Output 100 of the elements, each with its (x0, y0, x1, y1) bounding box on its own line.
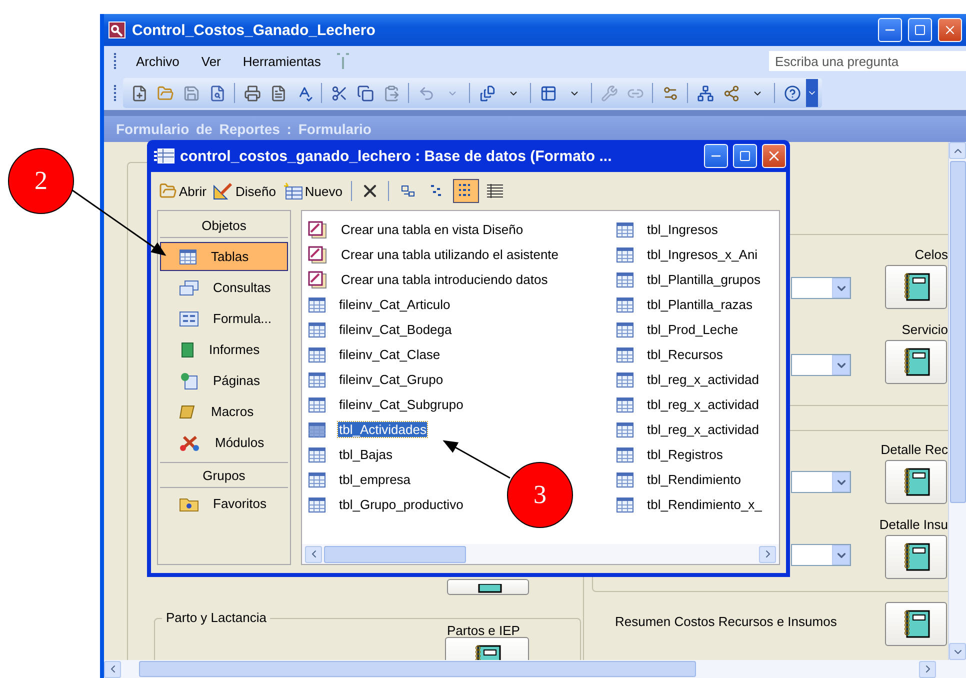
menu-item[interactable]: Herramientas (234, 52, 330, 70)
menu-item[interactable]: Archivo (127, 52, 188, 70)
scroll-down-icon[interactable] (949, 643, 966, 660)
window-title: Control_Costos_Ganado_Lechero (132, 22, 376, 38)
horizontal-scrollbar[interactable] (302, 544, 779, 564)
table-icon (616, 272, 634, 288)
list-item[interactable]: fileinv_Cat_Bodega (338, 322, 453, 337)
combo-box[interactable] (791, 471, 851, 493)
step-marker: 2 (8, 148, 74, 214)
object-type-item[interactable]: Formula... (160, 304, 288, 333)
horizontal-scrollbar[interactable] (104, 660, 966, 678)
report-button[interactable] (885, 535, 947, 579)
scroll-icon (179, 404, 197, 420)
group-item[interactable]: Favoritos (160, 489, 288, 518)
table-icon (616, 396, 634, 412)
report-button[interactable] (447, 579, 529, 595)
list-item[interactable]: Crear una tabla utilizando el asistente (340, 247, 560, 262)
list-item[interactable]: tbl_Plantilla_razas (646, 297, 754, 312)
partos-label: Partos e IEP (447, 623, 520, 638)
scroll-left-icon[interactable] (104, 660, 121, 678)
maximize-icon (739, 150, 751, 162)
list-item[interactable]: tbl_Ingresos (646, 222, 719, 237)
scroll-right-icon[interactable] (919, 660, 936, 678)
table-icon (616, 296, 634, 312)
menu-item[interactable]: Ver (192, 52, 230, 70)
combo-box[interactable] (791, 277, 851, 299)
combo-box[interactable] (791, 354, 851, 376)
list-item[interactable]: fileinv_Cat_Articulo (338, 297, 452, 312)
table-icon (616, 346, 634, 362)
form-window-title: Formulario de Reportes : Formulario (116, 121, 372, 137)
list-item[interactable]: Crear una tabla en vista Diseño (340, 222, 524, 237)
objects-header[interactable]: Objetos (160, 213, 288, 238)
toolbar-button[interactable]: Nuevo (280, 180, 344, 202)
list-item[interactable]: tbl_Plantilla_grupos (646, 272, 762, 287)
key-icon (108, 21, 126, 39)
object-type-item[interactable]: Consultas (160, 273, 288, 302)
minimize-button[interactable] (704, 144, 728, 168)
view-button[interactable] (452, 179, 478, 203)
report-label: Servicio (902, 322, 948, 337)
maximize-button[interactable] (733, 144, 757, 168)
list-item[interactable]: tbl_empresa (338, 472, 412, 487)
list-item[interactable]: fileinv_Cat_Subgrupo (338, 397, 464, 412)
table-icon (308, 446, 326, 462)
report-button[interactable] (885, 460, 947, 504)
object-type-item[interactable]: Macros (160, 397, 288, 426)
toolbar-button[interactable]: Diseño (211, 180, 278, 202)
groups-header[interactable]: Grupos (160, 463, 288, 488)
list-item[interactable]: tbl_Recursos (646, 347, 724, 362)
table-icon (179, 248, 197, 264)
module-icon (179, 434, 201, 452)
combo-box[interactable] (791, 544, 851, 566)
report-button[interactable] (885, 265, 947, 309)
minimize-button[interactable] (878, 18, 902, 42)
table-icon (308, 346, 326, 362)
table-icon (308, 496, 326, 512)
scroll-right-icon[interactable] (759, 546, 776, 562)
close-button[interactable] (938, 18, 962, 42)
list-item[interactable]: tbl_Bajas (338, 447, 394, 462)
ruler-pencil-icon (213, 182, 234, 200)
report-label: Detalle Rec (880, 442, 948, 457)
list-item[interactable]: tbl_Actividades (338, 422, 428, 437)
list-item[interactable]: tbl_reg_x_actividad (646, 372, 760, 387)
close-button[interactable] (762, 144, 786, 168)
query-icon (179, 280, 199, 296)
table-icon (308, 296, 326, 312)
object-type-item[interactable]: Módulos (160, 428, 288, 457)
new-table-icon (282, 182, 303, 200)
report-icon (179, 342, 195, 358)
list-item[interactable]: tbl_Prod_Leche (646, 322, 740, 337)
object-type-item[interactable]: Páginas (160, 366, 288, 395)
object-type-item[interactable]: Informes (160, 335, 288, 364)
list-item[interactable]: tbl_Rendimiento (646, 472, 742, 487)
table-icon (616, 246, 634, 262)
table-icon (308, 372, 326, 388)
data-page-icon (179, 372, 199, 390)
table-icon (308, 322, 326, 338)
list-item[interactable]: tbl_Ingresos_x_Ani (646, 247, 759, 262)
open-folder-icon (159, 182, 177, 200)
table-icon (616, 222, 634, 238)
list-item[interactable]: fileinv_Cat_Clase (338, 347, 442, 362)
scroll-up-icon[interactable] (949, 142, 966, 159)
toolbar-button[interactable]: Abrir (157, 180, 208, 202)
list-item[interactable]: tbl_Rendimiento_x_ (646, 497, 763, 512)
list-item[interactable]: Crear una tabla introduciendo datos (340, 272, 549, 287)
maximize-button[interactable] (908, 18, 932, 42)
list-item[interactable]: tbl_Grupo_productivo (338, 497, 464, 512)
vertical-scrollbar[interactable] (948, 142, 966, 660)
help-search-field[interactable]: Escriba una pregunta (769, 51, 966, 71)
report-button[interactable] (885, 602, 947, 646)
list-item[interactable]: tbl_reg_x_actividad (646, 397, 760, 412)
table-icon (616, 322, 634, 338)
group-label: Parto y Lactancia (162, 610, 270, 625)
report-label: Celos (914, 247, 948, 262)
report-button[interactable] (885, 340, 947, 384)
scroll-left-icon[interactable] (305, 546, 322, 562)
maximize-icon (914, 24, 926, 36)
object-type-item[interactable]: Tablas (160, 242, 288, 271)
list-item[interactable]: fileinv_Cat_Grupo (338, 372, 444, 387)
list-item[interactable]: tbl_reg_x_actividad (646, 422, 760, 437)
list-item[interactable]: tbl_Registros (646, 447, 724, 462)
